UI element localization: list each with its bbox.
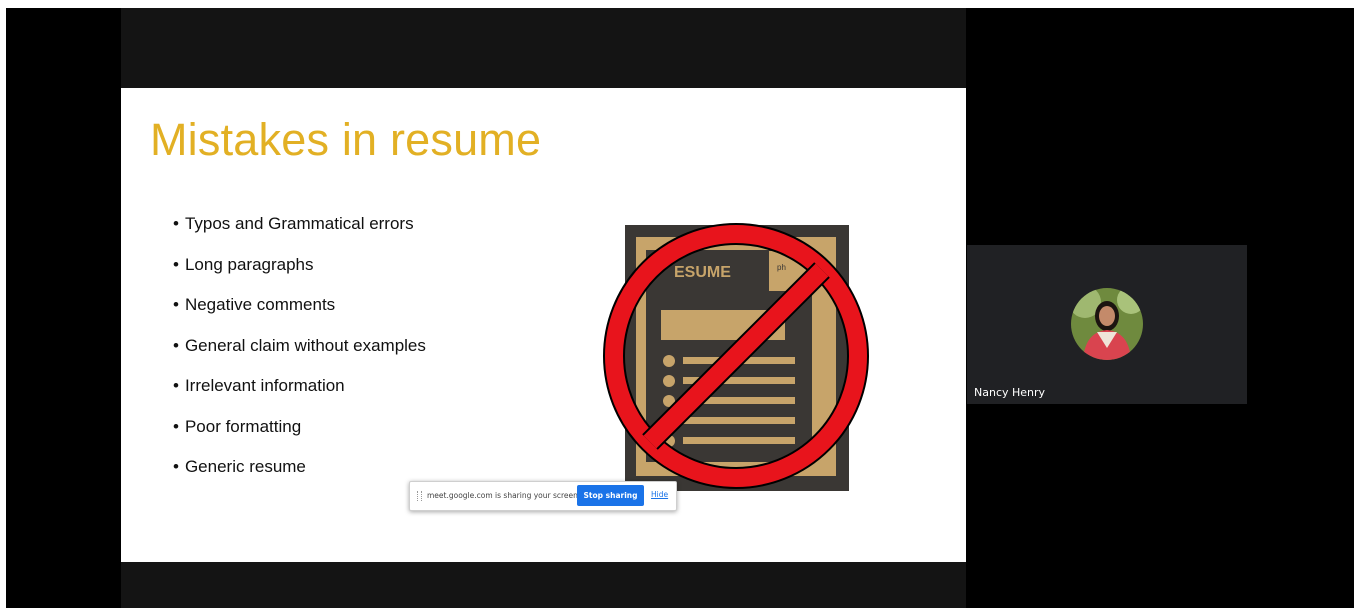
avatar bbox=[1071, 288, 1143, 360]
bullet-item: General claim without examples bbox=[173, 334, 426, 375]
participant-tile[interactable]: Nancy Henry bbox=[967, 245, 1247, 404]
bullet-item: Poor formatting bbox=[173, 415, 426, 456]
participant-name: Nancy Henry bbox=[974, 386, 1046, 399]
bullet-item: Long paragraphs bbox=[173, 253, 426, 294]
bullet-item: Irrelevant information bbox=[173, 374, 426, 415]
slide-title: Mistakes in resume bbox=[150, 114, 542, 165]
hide-link[interactable]: Hide bbox=[651, 490, 668, 499]
drag-handle-icon[interactable] bbox=[417, 491, 422, 501]
bullet-item: Negative comments bbox=[173, 293, 426, 334]
bullet-item: Generic resume bbox=[173, 455, 426, 496]
stop-sharing-button[interactable]: Stop sharing bbox=[577, 485, 644, 506]
bullet-list: Typos and Grammatical errors Long paragr… bbox=[173, 212, 426, 496]
no-resume-illustration: ESUME ph bbox=[603, 223, 869, 491]
bullet-item: Typos and Grammatical errors bbox=[173, 212, 426, 253]
photo-label: ph bbox=[777, 263, 786, 272]
resume-heading: ESUME bbox=[674, 264, 731, 281]
share-message: meet.google.com is sharing your screen. bbox=[427, 491, 581, 500]
screen-share-notification: meet.google.com is sharing your screen. … bbox=[409, 481, 677, 511]
